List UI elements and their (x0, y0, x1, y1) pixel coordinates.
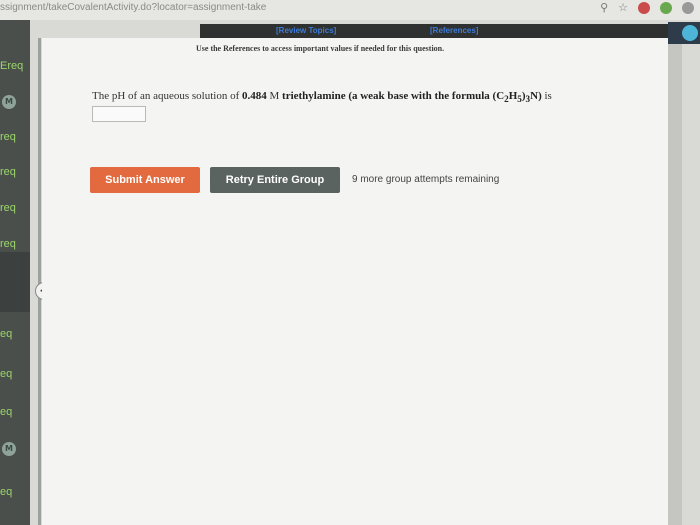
question-text: The pH of an aqueous solution of 0.484 M… (92, 90, 552, 105)
bookmark-star-icon[interactable]: ☆ (618, 1, 628, 14)
header-links: [Review Topics] [References] (200, 24, 668, 38)
extension-icon[interactable] (682, 1, 694, 14)
references-link[interactable]: [References] (430, 26, 478, 35)
extension-icon[interactable] (660, 1, 672, 14)
zoom-icon[interactable]: ⚲ (600, 1, 608, 14)
sidebar-item[interactable]: req (0, 166, 30, 178)
help-tab[interactable] (668, 22, 700, 44)
retry-group-button[interactable]: Retry Entire Group (210, 167, 340, 193)
help-icon[interactable] (682, 25, 698, 41)
sidebar-item[interactable]: eq (0, 406, 30, 418)
submit-answer-button[interactable]: Submit Answer (90, 167, 200, 193)
sidebar-item[interactable]: eq (0, 486, 30, 498)
extension-icon[interactable] (638, 1, 650, 14)
browser-toolbar-icons: ⚲ ☆ (600, 1, 694, 14)
instructions-text: Use the References to access important v… (196, 44, 445, 53)
sidebar-badge[interactable]: M (2, 442, 16, 456)
browser-address-bar[interactable]: ssignment/takeCovalentActivity.do?locato… (0, 0, 700, 20)
sidebar-active-highlight (0, 252, 30, 312)
sidebar-badge[interactable]: M (2, 95, 16, 109)
assignment-sidebar: Ereq M req req req req eq eq eq M eq (0, 20, 30, 525)
attempts-remaining-text: 9 more group attempts remaining (352, 174, 500, 185)
sidebar-item[interactable]: req (0, 131, 30, 143)
compound-name: triethylamine (a weak base with the form… (282, 90, 542, 105)
ph-answer-input[interactable] (92, 106, 146, 122)
sidebar-item[interactable]: req (0, 202, 30, 214)
sidebar-item[interactable]: eq (0, 328, 30, 340)
review-topics-link[interactable]: [Review Topics] (276, 26, 336, 35)
scrollbar[interactable] (668, 44, 682, 525)
sidebar-item[interactable]: Ereq (0, 60, 30, 72)
sidebar-item[interactable]: req (0, 238, 30, 250)
concentration-value: 0.484 (242, 90, 267, 102)
sidebar-item[interactable]: eq (0, 368, 30, 380)
url-text[interactable]: ssignment/takeCovalentActivity.do?locato… (0, 2, 266, 13)
